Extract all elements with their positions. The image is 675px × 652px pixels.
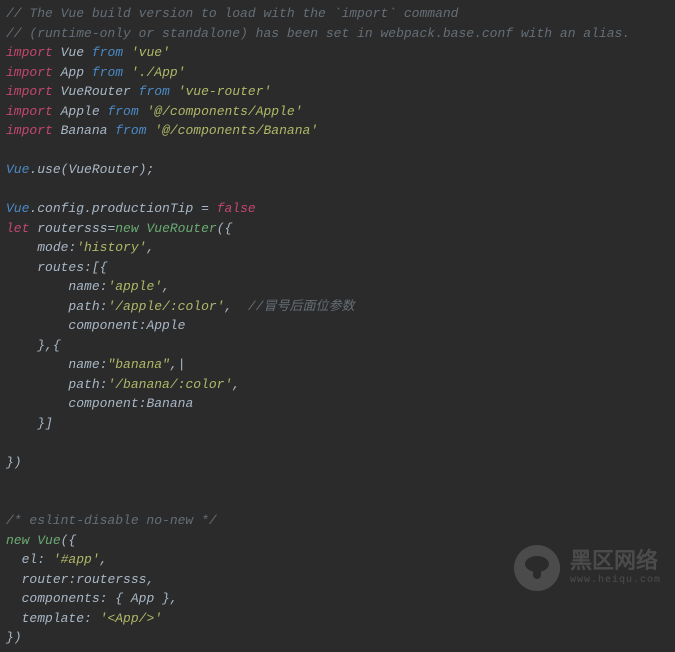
code-block: // The Vue build version to load with th…: [0, 0, 675, 652]
comment: // The Vue build version to load with th…: [6, 6, 458, 21]
comment: // (runtime-only or standalone) has been…: [6, 26, 630, 41]
